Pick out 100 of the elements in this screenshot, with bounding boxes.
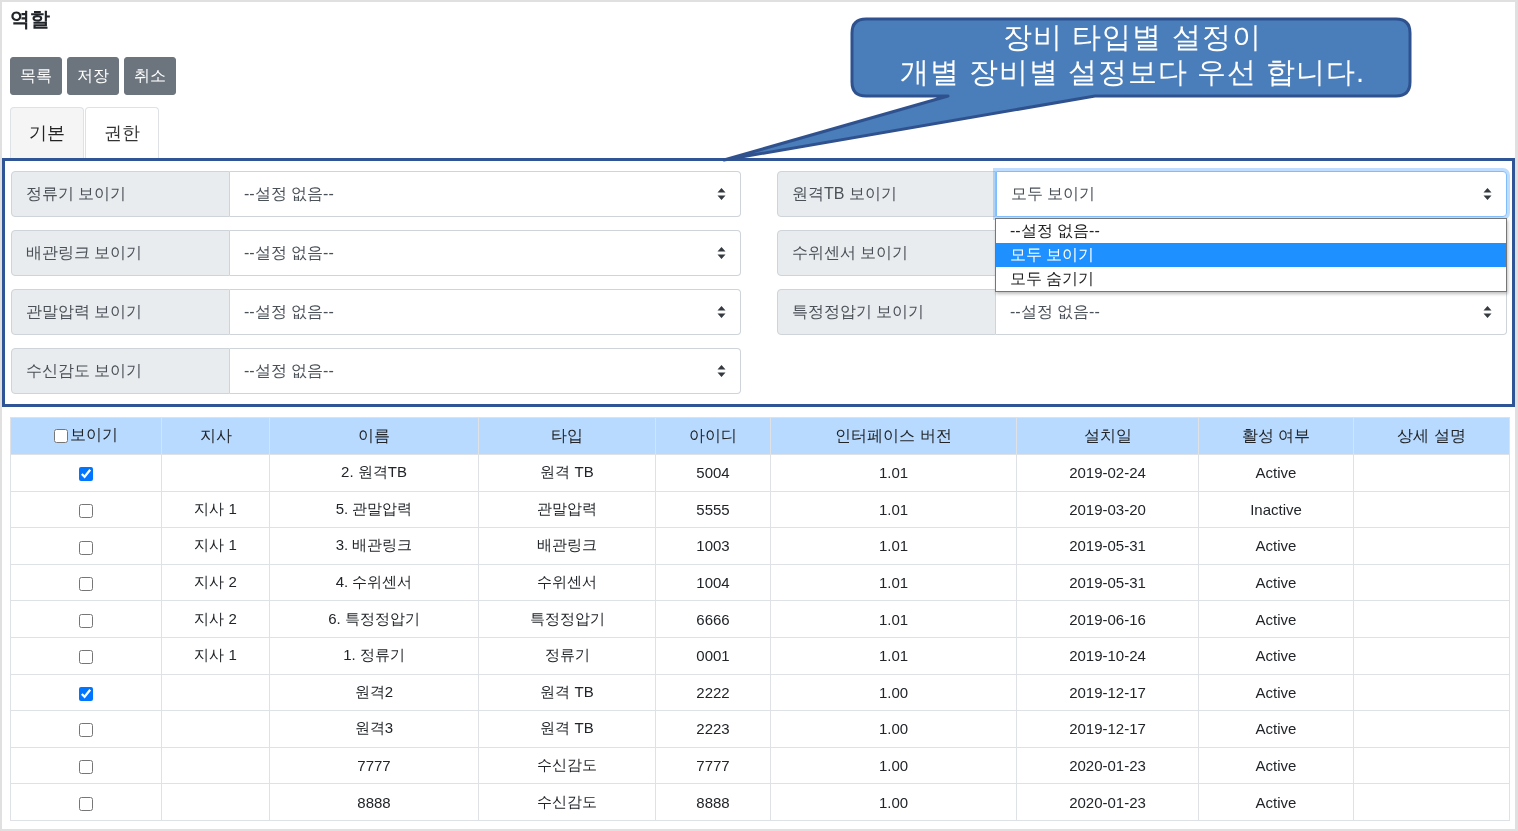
row-checkbox[interactable] xyxy=(79,467,93,482)
table-cell: 1.01 xyxy=(878,610,909,628)
table-cell: 1.01 xyxy=(878,500,909,518)
setting-label: 수위센서 보이기 xyxy=(777,230,996,276)
row-checkbox[interactable] xyxy=(79,613,93,628)
column-header: 설치일 xyxy=(1083,426,1132,444)
column-header: 인터페이스 버전 xyxy=(835,426,952,444)
table-cell: 지사 1 xyxy=(194,536,237,554)
table-cell: 7777 xyxy=(696,757,730,775)
select-field[interactable]: 모두 보이기 xyxy=(996,171,1507,217)
table-cell: 지사 1 xyxy=(194,646,237,664)
row-checkbox[interactable] xyxy=(79,796,93,811)
table-cell: 1.00 xyxy=(878,720,909,738)
row-checkbox[interactable] xyxy=(79,577,93,592)
table-cell: 원격 TB xyxy=(540,463,594,481)
select-arrow-icon xyxy=(1483,187,1492,201)
row-checkbox[interactable] xyxy=(79,723,93,738)
table-cell: Active xyxy=(1255,793,1297,811)
column-header: 아이디 xyxy=(689,426,737,444)
column-header: 활성 여부 xyxy=(1241,426,1311,444)
action-button[interactable]: 저장 xyxy=(67,57,119,95)
table-cell: 5555 xyxy=(696,500,730,518)
table-cell: 0001 xyxy=(696,647,730,665)
table-cell: 수위센서 xyxy=(537,573,597,591)
table-cell: 5004 xyxy=(696,464,730,482)
table-cell: Active xyxy=(1255,537,1297,555)
table-cell: 2223 xyxy=(696,720,730,738)
select-arrow-icon xyxy=(717,364,726,378)
table-cell: 2. 원격TB xyxy=(341,463,407,481)
callout-text: 장비 타입별 설정이 개별 장비별 설정보다 우선 합니다. xyxy=(898,20,1367,90)
select-arrow-icon xyxy=(717,187,726,201)
table-cell: 2019-05-31 xyxy=(1069,537,1146,555)
row-checkbox[interactable] xyxy=(79,650,93,665)
table-cell: 2019-06-16 xyxy=(1069,610,1146,628)
table-cell: 2019-05-31 xyxy=(1069,574,1146,592)
table-cell: 2019-12-17 xyxy=(1069,720,1146,738)
table-cell: 지사 2 xyxy=(194,573,237,591)
table-cell: 원격 TB xyxy=(540,682,594,700)
select-field[interactable]: --설정 없음-- xyxy=(996,289,1507,335)
row-checkbox[interactable] xyxy=(79,540,93,555)
table-cell: 2222 xyxy=(696,683,730,701)
select-field[interactable]: --설정 없음-- xyxy=(230,289,741,335)
action-button[interactable]: 목록 xyxy=(10,57,62,95)
table-cell: Active xyxy=(1255,574,1297,592)
select-field[interactable]: --설정 없음-- xyxy=(230,171,741,217)
setting-label: 관말압력 보이기 xyxy=(11,289,230,335)
column-header: 타입 xyxy=(551,426,583,444)
table-cell: Active xyxy=(1255,683,1297,701)
table-cell: 원격 TB xyxy=(540,719,594,737)
table-cell: Active xyxy=(1255,757,1297,775)
table-cell: 2019-10-24 xyxy=(1069,647,1146,665)
table-cell: 배관링크 xyxy=(537,536,597,554)
table-cell: 원격3 xyxy=(354,719,394,737)
select-field[interactable]: --설정 없음-- xyxy=(230,348,741,394)
row-checkbox[interactable] xyxy=(79,686,93,701)
table-cell: 3. 배관링크 xyxy=(335,536,413,554)
table-cell: 1.00 xyxy=(878,683,909,701)
select-arrow-icon xyxy=(1483,305,1492,319)
select-field[interactable]: --설정 없음-- xyxy=(230,230,741,276)
table-cell: 1. 정류기 xyxy=(343,646,405,664)
select-all-checkbox[interactable] xyxy=(54,428,68,443)
table-cell: 2019-03-20 xyxy=(1069,500,1146,518)
select-arrow-icon xyxy=(717,305,726,319)
column-header: 보이기 xyxy=(70,425,118,446)
table-cell: 1.01 xyxy=(878,647,909,665)
table-cell: 6. 특정정압기 xyxy=(328,609,420,627)
table-cell: 1.01 xyxy=(878,464,909,482)
dropdown-option[interactable]: --설정 없음-- xyxy=(996,219,1506,243)
select-arrow-icon xyxy=(717,246,726,260)
dropdown-option[interactable]: 모두 숨기기 xyxy=(996,267,1506,291)
table-cell: 관말압력 xyxy=(537,499,597,517)
tab[interactable]: 권한 xyxy=(85,107,159,158)
setting-label: 배관링크 보이기 xyxy=(11,230,230,276)
table-cell: 4. 수위센서 xyxy=(335,573,413,591)
table-cell: 2019-02-24 xyxy=(1069,464,1146,482)
table-cell: Active xyxy=(1255,647,1297,665)
table-cell: 8888 xyxy=(696,793,730,811)
column-header: 지사 xyxy=(199,426,232,444)
action-button[interactable]: 취소 xyxy=(124,57,176,95)
table-cell: 정류기 xyxy=(544,646,590,664)
table-cell: Inactive xyxy=(1250,500,1302,518)
table-cell: 1003 xyxy=(696,537,730,555)
table-cell: 1.00 xyxy=(878,757,909,775)
table-cell: Active xyxy=(1255,720,1297,738)
table-cell: 수신감도 xyxy=(537,756,597,774)
table-cell: 지사 2 xyxy=(194,609,237,627)
table-cell: 1004 xyxy=(696,574,730,592)
table-cell: 2020-01-23 xyxy=(1069,793,1146,811)
table-cell: 1.01 xyxy=(878,537,909,555)
table-cell: 7777 xyxy=(357,757,391,775)
setting-label: 수신감도 보이기 xyxy=(11,348,230,394)
table-cell: 2020-01-23 xyxy=(1069,757,1146,775)
setting-label: 정류기 보이기 xyxy=(11,171,230,217)
row-checkbox[interactable] xyxy=(79,760,93,775)
row-checkbox[interactable] xyxy=(79,503,93,518)
table-cell: 1.01 xyxy=(878,574,909,592)
setting-label: 원격TB 보이기 xyxy=(777,171,996,217)
page-title: 역할 xyxy=(10,7,50,32)
table-cell: 특정정압기 xyxy=(529,609,605,627)
tab[interactable]: 기본 xyxy=(10,107,84,158)
